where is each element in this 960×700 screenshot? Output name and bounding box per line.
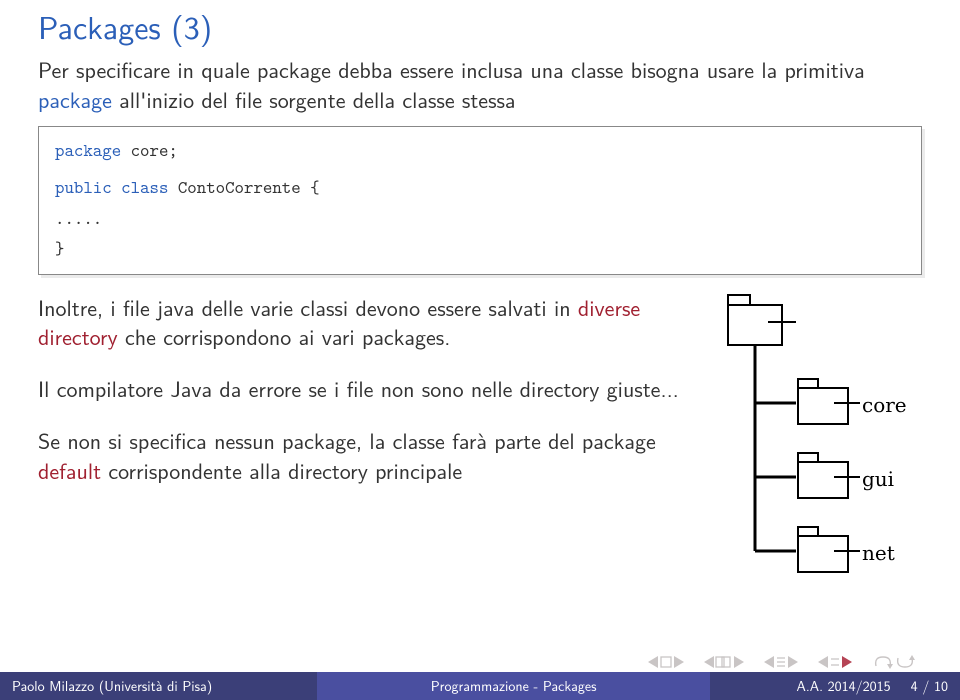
content-columns: Inoltre, i file java delle varie classi … [38,293,922,593]
nav-prev4-icon[interactable] [818,656,828,668]
net-package-icon [798,527,860,572]
para3-post: corrispondente alla directory principale [101,454,462,486]
nav-symbols[interactable] [648,654,916,670]
intro-post: all'inizio del file sorgente della class… [112,83,516,115]
kw-package: package [55,138,121,162]
primitive-keyword: package [38,83,112,115]
footer: Paolo Milazzo (Università di Pisa) Progr… [0,672,960,700]
slide-title: Packages (3) [38,0,922,55]
para1-post: che corrispondono ai vari packages. [118,320,451,352]
nav-next4-icon[interactable] [842,656,852,668]
footer-title: Programmazione - Packages [317,672,711,700]
footer-page: 4 / 10 [911,676,948,696]
para3-emph: default [38,454,101,486]
code-line-3: ..... [55,203,905,234]
kw-class: class [121,175,168,199]
footer-author: Paolo Milazzo (Università di Pisa) [0,672,317,700]
code-line-1: package core; [55,135,905,166]
right-column: core gui net [722,293,922,593]
nav-next-icon[interactable] [674,656,684,668]
core-package-icon [798,379,860,424]
footer-term: A.A. 2014/2015 [797,676,891,696]
diagram-label-gui: gui [862,467,894,491]
intro-text: Per specificare in quale package debba e… [38,55,922,114]
code-brace-open: { [310,175,319,199]
code-line-4: } [55,233,905,264]
code-pkg-name: core [131,138,169,162]
kw-public: public [55,175,112,199]
paragraph-3: Se non si specifica nessun package, la c… [38,426,706,485]
outer-package-icon [728,295,796,345]
slide: Packages (3) Per specificare in quale pa… [0,0,960,700]
nav-loop2-icon[interactable] [894,654,916,670]
nav-prev-icon[interactable] [648,656,658,668]
para3-pre: Se non si specifica nessun package, la c… [38,424,656,456]
nav-prev2-icon[interactable] [704,656,714,668]
nav-section-group[interactable] [764,656,798,668]
nav-subsect-icon[interactable] [828,656,842,668]
nav-slide-group[interactable] [648,656,684,668]
diagram-label-net: net [862,541,895,565]
nav-next2-icon[interactable] [734,656,744,668]
nav-back-group[interactable] [872,654,916,670]
left-column: Inoltre, i file java delle varie classi … [38,293,706,593]
nav-slide-icon[interactable] [658,656,674,668]
nav-subsection-group[interactable] [818,656,852,668]
diagram-label-core: core [862,393,907,417]
nav-loop1-icon[interactable] [872,654,894,670]
nav-frame-group[interactable] [704,656,744,668]
paragraph-2: Il compilatore Java da errore se i file … [38,374,706,404]
footer-right: A.A. 2014/2015 4 / 10 [710,672,960,700]
paragraph-1: Inoltre, i file java delle varie classi … [38,293,706,352]
nav-frame-icon[interactable] [714,656,734,668]
nav-next3-icon[interactable] [788,656,798,668]
intro-pre: Per specificare in quale package debba e… [38,53,865,85]
nav-sect-icon[interactable] [774,656,788,668]
code-class-name: ContoCorrente [178,175,301,199]
package-diagram: core gui net [722,293,922,593]
gui-package-icon [798,453,860,498]
code-line-2: public class ContoCorrente { [55,172,905,203]
code-block: package core; public class ContoCorrente… [38,126,922,274]
code-semi-1: ; [168,138,177,162]
nav-prev3-icon[interactable] [764,656,774,668]
para1-pre: Inoltre, i file java delle varie classi … [38,291,578,323]
